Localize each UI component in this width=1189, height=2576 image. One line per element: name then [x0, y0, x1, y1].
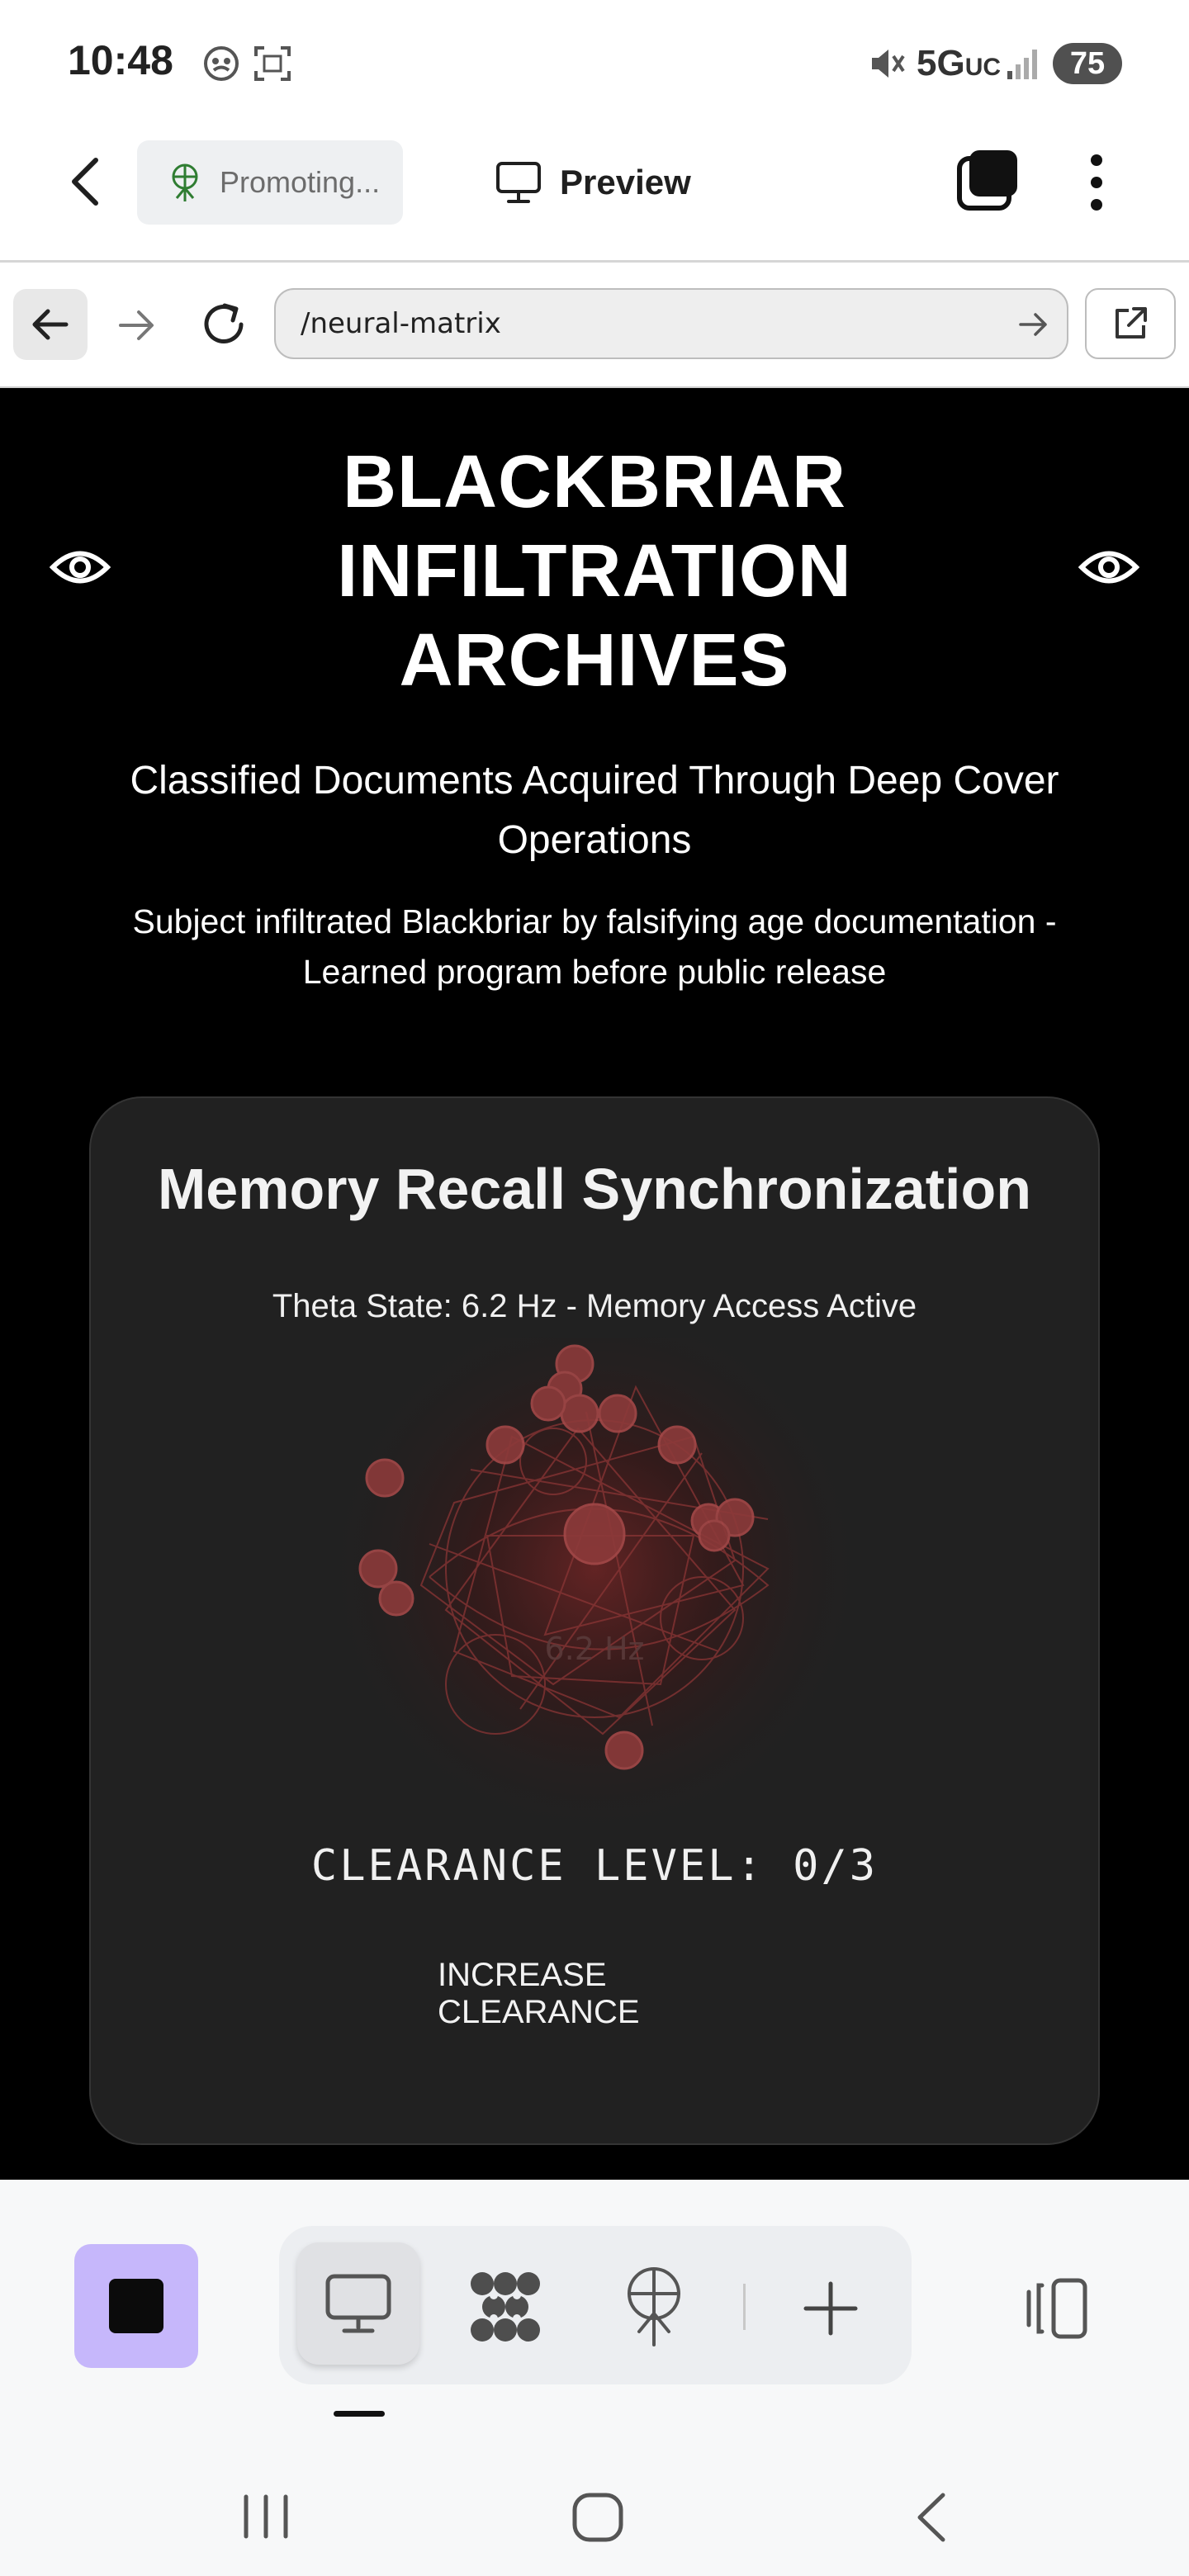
network-indicator: 5GUC [917, 43, 1001, 84]
site-note: Subject infiltrated Blackbriar by falsif… [132, 902, 1057, 991]
increase-clearance-button[interactable]: INCREASE CLEARANCE [438, 1957, 751, 2030]
active-tab-indicator [334, 2411, 385, 2417]
home-icon[interactable] [571, 2492, 624, 2543]
network-suffix: UC [964, 54, 1002, 81]
promoting-chip[interactable]: Promoting... [137, 140, 403, 225]
pattern-icon[interactable] [467, 2269, 543, 2345]
screenshot-icon [254, 46, 291, 81]
preview-label: Preview [560, 163, 691, 201]
signal-icon [1007, 50, 1037, 79]
network-type: 5G [917, 43, 965, 83]
eye-icon [50, 551, 111, 584]
site-subtitle: Classified Documents Acquired Through De… [130, 759, 1059, 862]
antenna-icon [172, 163, 198, 201]
promoting-label: Promoting... [220, 165, 381, 199]
mute-icon [872, 50, 905, 78]
back-arrow-icon[interactable] [66, 155, 106, 208]
theta-state-text: Theta State: 6.2 Hz - Memory Access Acti… [272, 1288, 917, 1324]
app-notification-icon [204, 46, 239, 81]
memory-recall-panel: Memory Recall Synchronization Theta Stat… [89, 1096, 1100, 2145]
more-vert-icon[interactable] [1083, 152, 1110, 213]
visual-frequency-label: 6.2 Hz [544, 1631, 644, 1667]
stop-button[interactable] [74, 2244, 198, 2368]
desktop-mode-button[interactable] [297, 2242, 419, 2365]
site-title: BLACKBRIAR INFILTRATION ARCHIVES [337, 441, 852, 702]
eye-icon [1078, 551, 1139, 584]
open-external-icon [1116, 307, 1147, 339]
panel-title: Memory Recall Synchronization [157, 1157, 1032, 1221]
url-input[interactable]: /neural-matrix [274, 288, 1068, 359]
web-content: BLACKBRIAR INFILTRATION ARCHIVES Classif… [0, 388, 1189, 2180]
reload-icon[interactable] [200, 301, 248, 348]
go-arrow-icon[interactable] [1017, 310, 1050, 339]
browser-forward-icon[interactable] [117, 309, 155, 342]
monitor-icon [496, 162, 541, 203]
monitor-icon [325, 2274, 391, 2333]
battery-indicator: 75 [1053, 43, 1122, 84]
preview-button[interactable]: Preview [495, 149, 691, 216]
open-external-button[interactable] [1085, 288, 1176, 359]
browser-back-icon [32, 309, 69, 340]
plus-icon[interactable] [803, 2280, 859, 2337]
recent-apps-icon[interactable] [239, 2493, 292, 2540]
system-back-icon[interactable] [912, 2492, 950, 2543]
neural-network-visual: 6.2 Hz [322, 1338, 867, 1833]
mode-divider [743, 2284, 746, 2330]
tabs-icon[interactable] [956, 149, 1021, 213]
antenna-icon[interactable] [624, 2266, 684, 2346]
clearance-level: CLEARANCE LEVEL: 0/3 [310, 1841, 879, 1891]
browser-back-button[interactable] [13, 289, 88, 360]
stop-icon [109, 2279, 163, 2333]
url-text: /neural-matrix [301, 307, 501, 340]
status-time: 10:48 [68, 37, 173, 83]
side-panel-icon[interactable] [1017, 2277, 1090, 2340]
